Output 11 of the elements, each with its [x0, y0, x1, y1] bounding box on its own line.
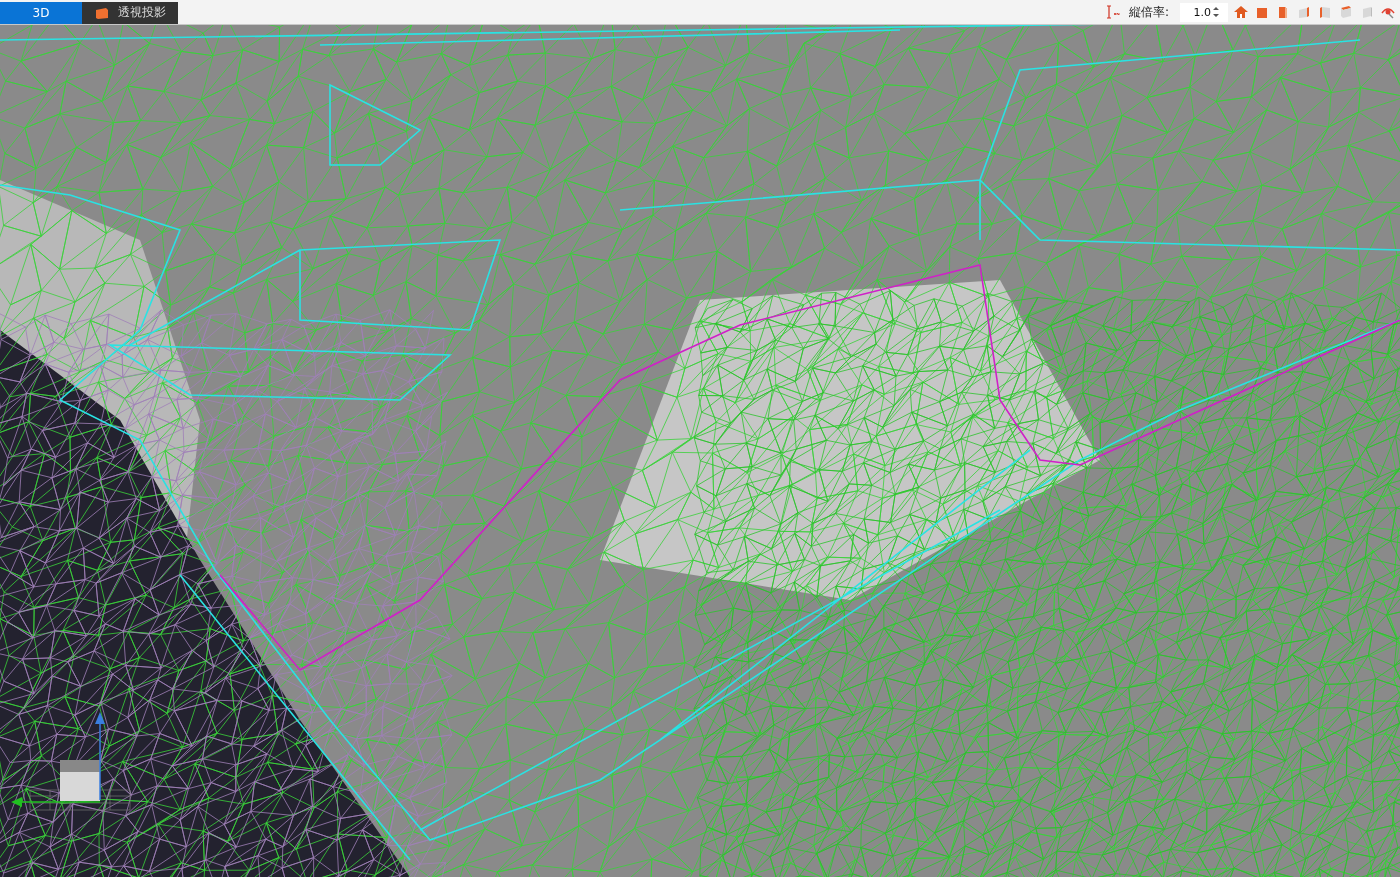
view-tab[interactable]: 透視投影 — [82, 1, 178, 24]
cube-left-icon[interactable] — [1317, 4, 1333, 20]
scale-label: 縦倍率: — [1128, 3, 1169, 21]
scale-spinbox[interactable]: 1.0 — [1180, 2, 1228, 22]
cube-icon — [94, 5, 110, 20]
vertical-scale-icon — [1105, 4, 1120, 20]
cube-top-icon[interactable] — [1338, 4, 1354, 20]
spinner-arrows-icon — [1211, 5, 1221, 19]
view-tab[interactable]: 3D — [0, 1, 82, 24]
home-icon[interactable] — [1233, 4, 1249, 20]
cube-right-icon[interactable] — [1296, 4, 1312, 20]
